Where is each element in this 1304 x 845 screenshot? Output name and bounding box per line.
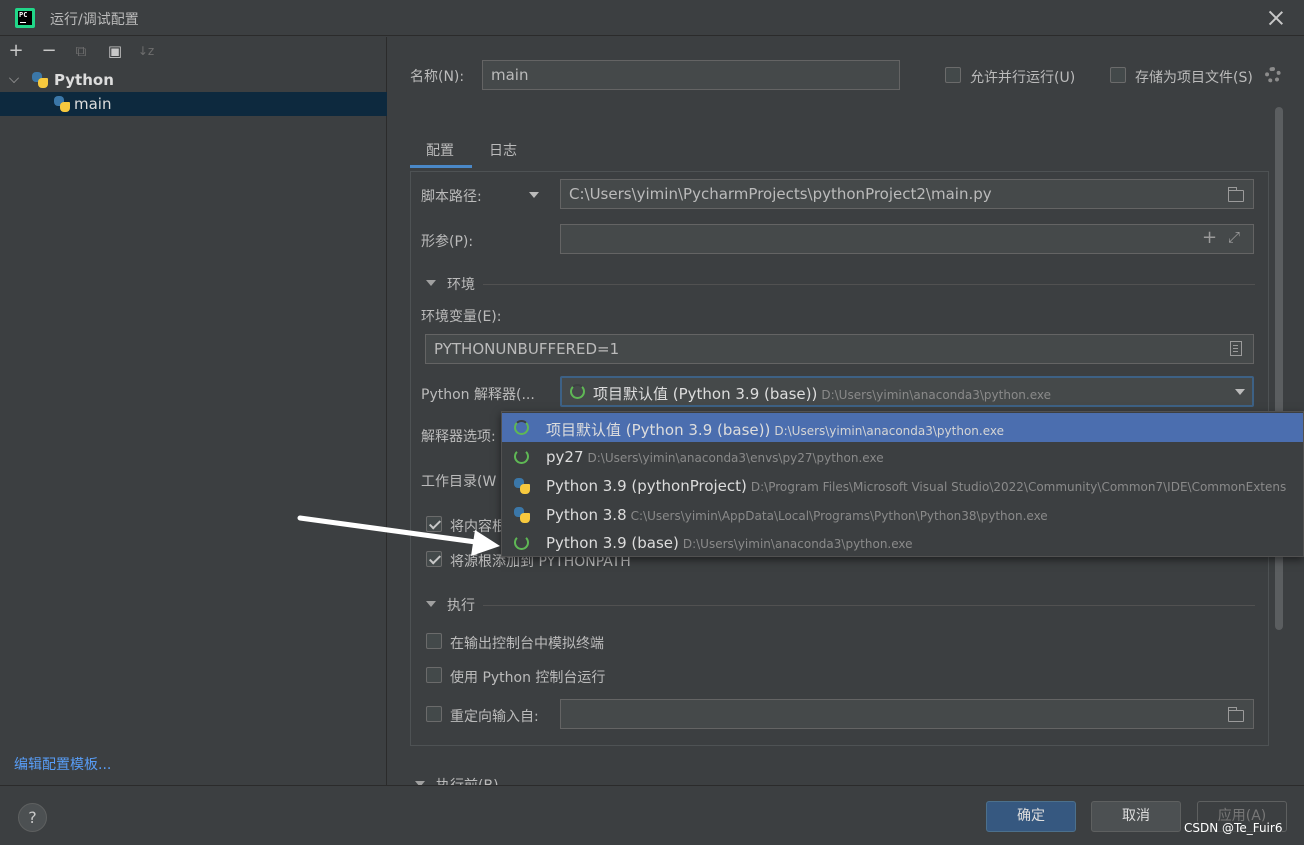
interpreter-option[interactable]: 项目默认值 (Python 3.9 (base)) D:\Users\yimin\… bbox=[502, 413, 1303, 442]
conda-icon bbox=[514, 420, 529, 435]
run-with-console-checkbox[interactable] bbox=[426, 667, 442, 683]
active-tab-indicator bbox=[410, 165, 472, 168]
before-launch-section-title[interactable]: 执行前(B) bbox=[436, 775, 499, 785]
interpreter-selected-path: D:\Users\yimin\anaconda3\python.exe bbox=[821, 388, 1051, 402]
interpreter-option-name: 项目默认值 (Python 3.9 (base)) bbox=[546, 421, 771, 439]
cancel-button[interactable]: 取消 bbox=[1091, 801, 1181, 832]
python-icon bbox=[31, 71, 49, 89]
interpreter-option[interactable]: py27 D:\Users\yimin\anaconda3\envs\py27\p… bbox=[502, 442, 1303, 471]
redirect-input-field[interactable] bbox=[560, 699, 1254, 729]
interpreter-option-name: Python 3.9 (base) bbox=[546, 534, 679, 552]
interpreter-option[interactable]: Python 3.9 (base) D:\Users\yimin\anaconda… bbox=[502, 528, 1303, 556]
add-icon[interactable]: + bbox=[7, 42, 25, 60]
redirect-input-checkbox[interactable] bbox=[426, 706, 442, 722]
conda-icon bbox=[514, 449, 529, 464]
interpreter-option-path: C:\Users\yimin\AppData\Local\Programs\Py… bbox=[630, 509, 1048, 523]
name-input[interactable]: main bbox=[482, 60, 900, 90]
env-vars-input[interactable]: PYTHONUNBUFFERED=1 bbox=[425, 334, 1254, 364]
annotation-arrow-icon bbox=[297, 515, 500, 556]
script-type-dropdown-icon[interactable] bbox=[529, 192, 539, 198]
interpreter-options-label: 解释器选项: bbox=[421, 429, 496, 445]
configurations-sidebar: + − ⧉ ▣ ↓z Python main 编辑配置模板... bbox=[0, 37, 387, 785]
gear-icon[interactable] bbox=[1265, 67, 1281, 83]
interpreter-option-path: D:\Users\yimin\anaconda3\envs\py27\pytho… bbox=[587, 451, 884, 465]
tree-item-main[interactable]: main bbox=[0, 92, 387, 116]
env-section-title[interactable]: 环境 bbox=[447, 274, 475, 294]
exec-section-title[interactable]: 执行 bbox=[447, 595, 475, 615]
close-icon[interactable] bbox=[1264, 6, 1288, 30]
python-icon bbox=[53, 95, 71, 113]
chevron-down-icon[interactable] bbox=[9, 73, 19, 83]
ok-button[interactable]: 确定 bbox=[986, 801, 1076, 832]
script-path-label: 脚本路径: bbox=[421, 189, 482, 205]
divider bbox=[483, 284, 1255, 285]
window-title: 运行/调试配置 bbox=[50, 12, 139, 28]
expand-icon[interactable]: ⤢ bbox=[1228, 228, 1240, 246]
interpreter-option-name: Python 3.9 (pythonProject) bbox=[546, 477, 747, 495]
title-bar: PC 运行/调试配置 bbox=[0, 0, 1304, 36]
remove-icon[interactable]: − bbox=[40, 42, 58, 60]
divider bbox=[483, 605, 1255, 606]
interpreter-select[interactable]: 项目默认值 (Python 3.9 (base)) D:\Users\yimin\… bbox=[560, 376, 1254, 407]
pycharm-logo-icon: PC bbox=[15, 8, 35, 28]
watermark: CSDN @Te_Fuir6 bbox=[1184, 821, 1283, 835]
params-input[interactable] bbox=[560, 224, 1254, 254]
env-vars-label: 环境变量(E): bbox=[421, 309, 502, 325]
tab-logs[interactable]: 日志 bbox=[489, 140, 517, 160]
store-as-project-file-checkbox[interactable] bbox=[1110, 67, 1126, 83]
workdir-label: 工作目录(W bbox=[421, 474, 497, 490]
interpreter-dropdown-list: 项目默认值 (Python 3.9 (base)) D:\Users\yimin\… bbox=[501, 411, 1304, 557]
folder-icon[interactable] bbox=[1228, 707, 1244, 722]
interpreter-option-name: py27 bbox=[546, 448, 584, 466]
python-icon bbox=[513, 477, 531, 495]
script-path-input[interactable]: C:\Users\yimin\PycharmProjects\pythonPro… bbox=[560, 179, 1254, 209]
edit-templates-link[interactable]: 编辑配置模板... bbox=[14, 754, 111, 774]
allow-parallel-label: 允许并行运行(U) bbox=[970, 70, 1076, 86]
tab-configuration[interactable]: 配置 bbox=[426, 140, 454, 160]
params-label: 形参(P): bbox=[421, 234, 474, 250]
document-icon[interactable] bbox=[1230, 341, 1242, 356]
emulate-terminal-label: 在输出控制台中模拟终端 bbox=[450, 636, 604, 652]
chevron-down-icon[interactable] bbox=[426, 280, 436, 286]
conda-icon bbox=[570, 384, 585, 399]
interpreter-option-name: Python 3.8 bbox=[546, 506, 627, 524]
tree-group-python[interactable]: Python bbox=[0, 68, 387, 92]
interpreter-option-path: D:\Users\yimin\anaconda3\python.exe bbox=[682, 537, 913, 551]
copy-icon[interactable]: ⧉ bbox=[72, 42, 90, 60]
interpreter-option-path: D:\Program Files\Microsoft Visual Studio… bbox=[750, 480, 1287, 494]
interpreter-label: Python 解释器(... bbox=[421, 387, 535, 403]
name-label: 名称(N): bbox=[410, 69, 465, 85]
tree-group-label: Python bbox=[54, 71, 114, 89]
run-with-console-label: 使用 Python 控制台运行 bbox=[450, 670, 606, 686]
interpreter-selected-name: 项目默认值 (Python 3.9 (base)) bbox=[593, 385, 818, 403]
redirect-input-label: 重定向输入自: bbox=[450, 709, 539, 725]
emulate-terminal-checkbox[interactable] bbox=[426, 633, 442, 649]
new-folder-icon[interactable]: ▣ bbox=[106, 42, 124, 60]
interpreter-option[interactable]: Python 3.9 (pythonProject) D:\Program Fil… bbox=[502, 471, 1303, 500]
interpreter-option-path: D:\Users\yimin\anaconda3\python.exe bbox=[774, 424, 1004, 438]
dialog-footer: ? 确定 取消 应用(A) CSDN @Te_Fuir6 bbox=[0, 785, 1304, 845]
folder-icon[interactable] bbox=[1228, 187, 1244, 202]
tree-item-label: main bbox=[74, 95, 112, 113]
help-button[interactable]: ? bbox=[18, 803, 47, 832]
chevron-down-icon[interactable] bbox=[1235, 389, 1245, 395]
chevron-down-icon[interactable] bbox=[426, 601, 436, 607]
interpreter-option[interactable]: Python 3.8 C:\Users\yimin\AppData\Local\P… bbox=[502, 500, 1303, 529]
allow-parallel-checkbox[interactable] bbox=[945, 67, 961, 83]
sort-icon[interactable]: ↓z bbox=[137, 42, 155, 60]
add-icon[interactable]: + bbox=[1202, 227, 1217, 248]
store-as-project-file-label: 存储为项目文件(S) bbox=[1135, 70, 1253, 86]
